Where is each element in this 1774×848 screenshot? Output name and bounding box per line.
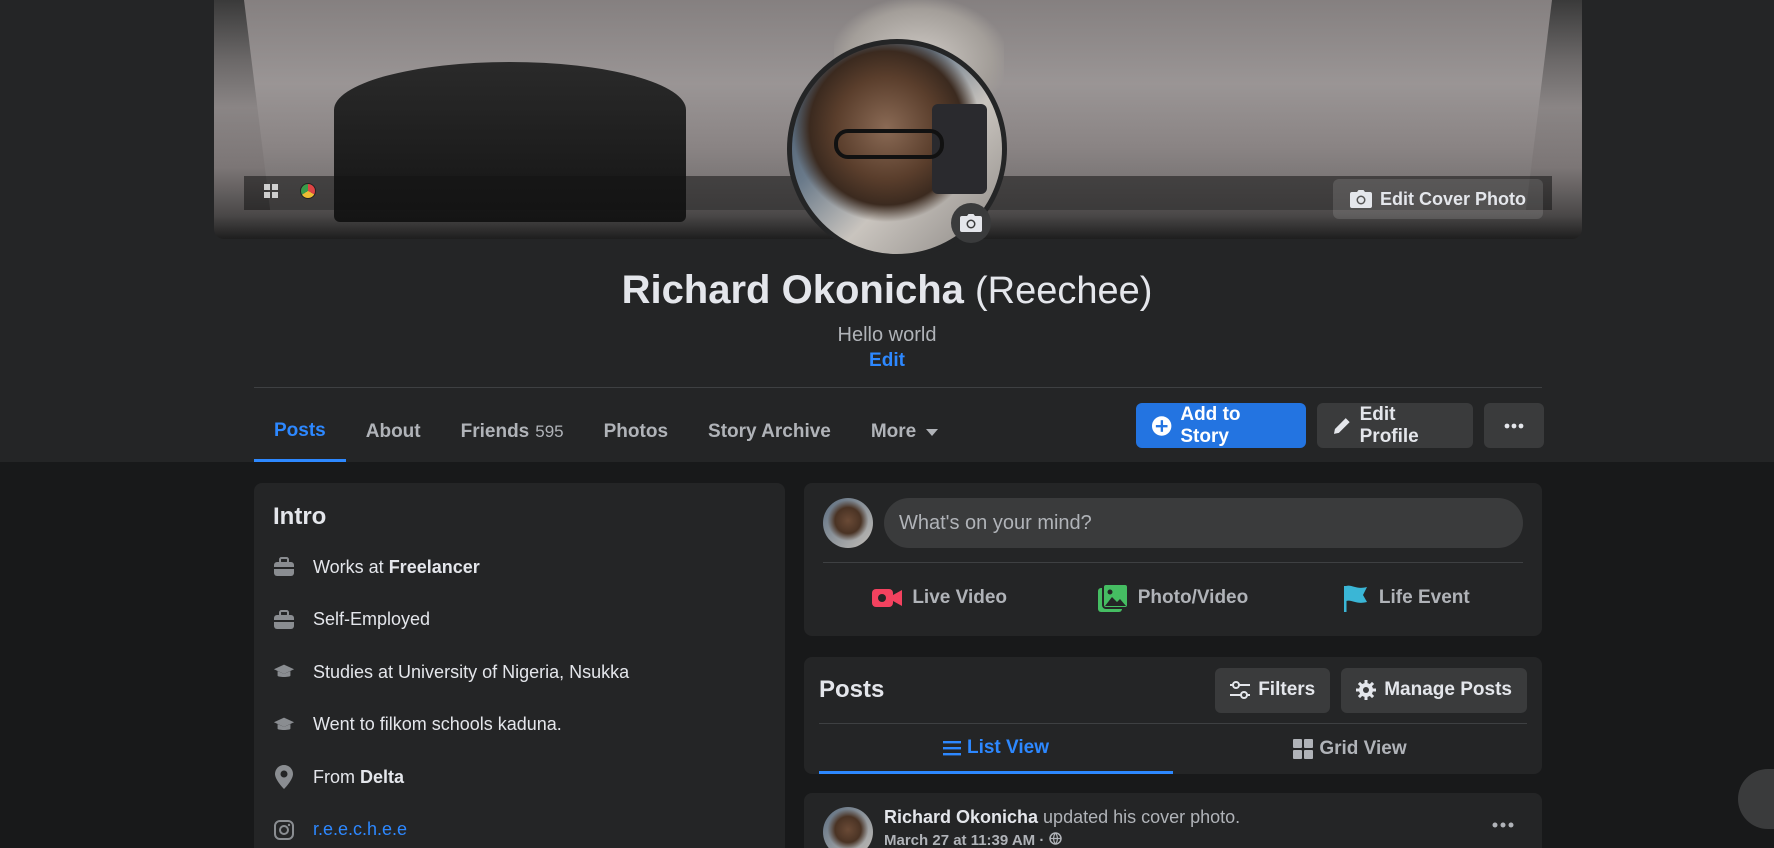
plus-circle-icon xyxy=(1151,415,1172,436)
list-icon xyxy=(942,740,961,755)
video-camera-icon xyxy=(872,589,903,607)
sliders-icon xyxy=(1230,681,1251,699)
tab-photos-label: Photos xyxy=(603,421,669,442)
post-author[interactable]: Richard Okonicha xyxy=(884,807,1038,827)
camera-icon xyxy=(1349,190,1372,208)
photo-icon xyxy=(1097,584,1128,612)
intro-self-employed-text: Self-Employed xyxy=(313,609,431,630)
more-options-button[interactable] xyxy=(1484,403,1544,448)
edit-cover-photo-button[interactable]: Edit Cover Photo xyxy=(1333,179,1543,219)
intro-school-text: Went to filkom schools kaduna. xyxy=(313,714,562,735)
filters-label: Filters xyxy=(1258,679,1316,700)
briefcase-icon xyxy=(273,556,295,578)
profile-name: Richard Okonicha (Reechee) xyxy=(0,268,1774,313)
intro-item-studies: Studies at University of Nigeria, Nsukka xyxy=(273,646,766,699)
list-view-label: List View xyxy=(966,736,1049,758)
tab-more[interactable]: More xyxy=(851,402,958,462)
post-time: March 27 at 11:39 AM · xyxy=(884,832,1049,848)
add-to-story-label: Add to Story xyxy=(1180,403,1241,447)
tab-more-label: More xyxy=(870,421,917,442)
update-profile-picture-button[interactable] xyxy=(951,203,991,243)
graduation-cap-icon xyxy=(273,661,295,683)
instagram-link[interactable]: r.e.e.c.h.e.e xyxy=(313,819,407,840)
intro-item-instagram: r.e.e.c.h.e.e xyxy=(273,804,766,848)
filters-button[interactable]: Filters xyxy=(1215,667,1331,713)
windows-logo-icon xyxy=(264,184,278,198)
grid-icon xyxy=(1293,739,1314,759)
grid-view-label: Grid View xyxy=(1319,738,1407,759)
life-event-label: Life Event xyxy=(1378,587,1470,608)
camera-icon xyxy=(960,214,982,232)
edit-bio-link[interactable]: Edit xyxy=(0,350,1774,372)
intro-item-work: Works at Freelancer xyxy=(273,541,766,594)
intro-item-self-employed: Self-Employed xyxy=(273,594,766,647)
avatar[interactable] xyxy=(823,807,873,848)
chrome-logo-icon xyxy=(300,183,316,199)
intro-item-from: From Delta xyxy=(273,751,766,804)
post-options-button[interactable] xyxy=(1492,815,1514,833)
location-pin-icon xyxy=(273,765,295,790)
tab-story-archive-label: Story Archive xyxy=(708,421,831,442)
flag-icon xyxy=(1343,585,1367,612)
graduation-cap-icon xyxy=(273,714,295,736)
posts-title: Posts xyxy=(819,676,885,703)
manage-posts-button[interactable]: Manage Posts xyxy=(1341,667,1527,713)
intro-card: Intro Works at Freelancer Self-Employed … xyxy=(254,483,785,848)
tab-posts-label: Posts xyxy=(274,419,326,441)
tab-about[interactable]: About xyxy=(346,402,441,462)
intro-studies-text: Studies at University of Nigeria, Nsukka xyxy=(313,661,630,682)
life-event-button[interactable]: Life Event xyxy=(1290,584,1523,612)
grid-view-tab[interactable]: Grid View xyxy=(1173,724,1527,774)
intro-work-employer[interactable]: Freelancer xyxy=(389,557,480,578)
profile-actions: Add to Story Edit Profile xyxy=(1136,403,1544,448)
photo-video-button[interactable]: Photo/Video xyxy=(1056,584,1289,612)
post-action: updated his cover photo. xyxy=(1038,807,1241,827)
posts-header-card: Posts Filters Manage Posts List View Gri… xyxy=(804,657,1542,774)
globe-icon xyxy=(1048,832,1062,845)
tab-friends[interactable]: Friends 595 xyxy=(441,402,584,462)
caret-down-icon xyxy=(926,428,939,436)
header-divider xyxy=(254,387,1542,388)
profile-tabs: Posts About Friends 595 Photos Story Arch… xyxy=(254,402,958,462)
photo-video-label: Photo/Video xyxy=(1137,587,1249,608)
tab-story-archive[interactable]: Story Archive xyxy=(688,402,851,462)
intro-item-school: Went to filkom schools kaduna. xyxy=(273,699,766,752)
avatar[interactable] xyxy=(823,498,873,548)
intro-work-prefix: Works at xyxy=(313,556,389,577)
edit-profile-label: Edit Profile xyxy=(1359,403,1419,447)
ellipsis-icon xyxy=(1492,822,1514,828)
ellipsis-icon xyxy=(1504,423,1524,428)
edit-profile-button[interactable]: Edit Profile xyxy=(1317,403,1473,448)
whats-on-your-mind-input[interactable]: What's on your mind? xyxy=(884,498,1523,548)
live-video-label: Live Video xyxy=(912,587,1007,608)
post-timestamp[interactable]: March 27 at 11:39 AM · xyxy=(884,832,1240,848)
list-view-tab[interactable]: List View xyxy=(819,724,1173,774)
intro-title: Intro xyxy=(273,503,327,530)
manage-posts-label: Manage Posts xyxy=(1384,679,1512,700)
edit-cover-label: Edit Cover Photo xyxy=(1379,188,1526,209)
intro-from-prefix: From xyxy=(313,766,360,787)
tab-friends-label: Friends xyxy=(460,421,530,442)
post-item: Richard Okonicha updated his cover photo… xyxy=(804,793,1542,848)
avatar-glasses xyxy=(834,129,944,159)
tab-about-label: About xyxy=(365,421,421,442)
friends-count: 595 xyxy=(535,422,564,441)
add-to-story-button[interactable]: Add to Story xyxy=(1136,403,1306,448)
pencil-icon xyxy=(1333,417,1350,434)
live-video-button[interactable]: Live Video xyxy=(823,587,1056,609)
tab-posts[interactable]: Posts xyxy=(254,402,346,462)
post-composer: What's on your mind? Live Video Photo/Vi… xyxy=(804,483,1542,636)
post-header-text: Richard Okonicha updated his cover photo… xyxy=(884,807,1240,828)
profile-alternate-name: (Reechee) xyxy=(975,270,1153,312)
gear-icon xyxy=(1356,680,1377,700)
instagram-icon xyxy=(273,819,295,841)
profile-full-name: Richard Okonicha xyxy=(621,268,964,312)
profile-bio: Hello world xyxy=(837,324,937,346)
tab-photos[interactable]: Photos xyxy=(584,402,688,462)
floating-chat-button[interactable] xyxy=(1738,769,1774,829)
briefcase-icon xyxy=(273,609,295,631)
intro-from-place[interactable]: Delta xyxy=(360,767,404,788)
